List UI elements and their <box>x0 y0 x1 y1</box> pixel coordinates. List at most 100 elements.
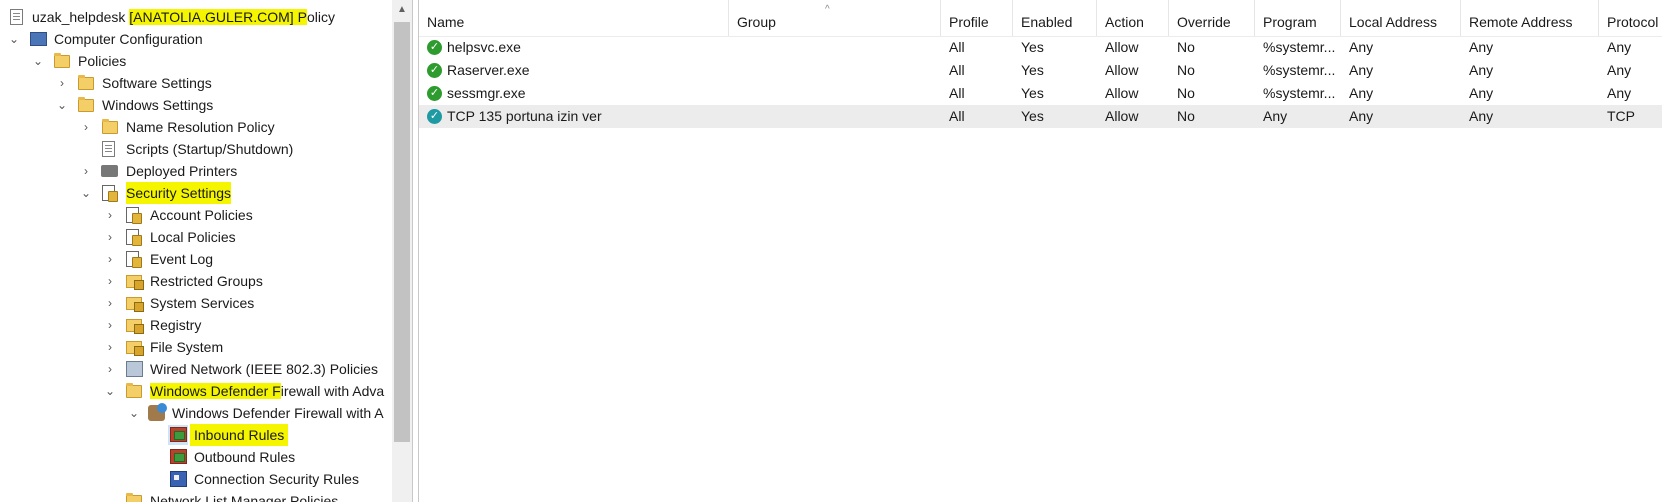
tree-item-inbound-rules[interactable]: Inbound Rules <box>0 424 392 446</box>
cell-name: Raserver.exe <box>447 62 530 78</box>
chevron-right-icon[interactable]: › <box>104 358 116 380</box>
tree-scrollbar[interactable]: ▲ <box>392 0 412 502</box>
column-header-group[interactable]: Group <box>729 0 941 36</box>
tree-item-windows-defender-firewall[interactable]: ⌄ Windows Defender Firewall with Adva <box>0 380 392 402</box>
chevron-down-icon[interactable]: ⌄ <box>80 182 92 204</box>
cell-profile: All <box>949 62 965 78</box>
scroll-thumb[interactable] <box>394 22 410 442</box>
cell-action: Allow <box>1105 62 1139 78</box>
cell-protocol: Any <box>1607 62 1632 78</box>
cell-name: helpsvc.exe <box>447 39 521 55</box>
cell-group <box>729 36 941 59</box>
tree-item-registry[interactable]: › Registry <box>0 314 392 336</box>
tree-item-label: Restricted Groups <box>150 273 263 289</box>
tree-item-event-log[interactable]: › Event Log <box>0 248 392 270</box>
tree-item-label: Wired Network (IEEE 802.3) Policies <box>150 361 378 377</box>
chevron-right-icon[interactable]: › <box>104 248 116 270</box>
tree-item-outbound-rules[interactable]: Outbound Rules <box>0 446 392 468</box>
table-row[interactable]: ✓ Raserver.exe All Yes Allow No %systemr… <box>419 59 1662 82</box>
tree-item-label: Local Policies <box>150 229 236 245</box>
tree-item-restricted-groups[interactable]: › Restricted Groups <box>0 270 392 292</box>
tree-item-scripts[interactable]: Scripts (Startup/Shutdown) <box>0 138 392 160</box>
cell-override: No <box>1177 108 1195 124</box>
chevron-right-icon[interactable]: › <box>104 336 116 358</box>
tree-item-windows-settings[interactable]: ⌄ Windows Settings <box>0 94 392 116</box>
chevron-down-icon[interactable]: ⌄ <box>104 380 116 402</box>
column-header-remote-address[interactable]: Remote Address <box>1461 0 1599 36</box>
column-header-program[interactable]: Program <box>1255 0 1341 36</box>
policy-icon <box>126 251 142 268</box>
column-header-local-address[interactable]: Local Address <box>1341 0 1461 36</box>
column-header-override[interactable]: Override <box>1169 0 1255 36</box>
tree-item-label: Windows Settings <box>102 97 214 113</box>
cell-program: %systemr... <box>1263 39 1336 55</box>
table-row[interactable]: ✓ TCP 135 portuna izin ver All Yes Allow… <box>419 105 1662 128</box>
chevron-right-icon[interactable]: › <box>80 116 92 138</box>
chevron-down-icon[interactable]: ⌄ <box>8 28 20 50</box>
table-row[interactable]: ✓ helpsvc.exe All Yes Allow No %systemr.… <box>419 36 1662 59</box>
tree-item-windows-defender-firewall-advanced[interactable]: ⌄ Windows Defender Firewall with A <box>0 402 392 424</box>
cell-profile: All <box>949 85 965 101</box>
policy-tree: uzak_helpdesk [ANATOLIA.GULER.COM] Polic… <box>0 6 392 502</box>
cell-override: No <box>1177 62 1195 78</box>
tree-item-label: Inbound Rules <box>190 424 289 446</box>
folder-icon <box>126 383 142 398</box>
column-header-action[interactable]: Action <box>1097 0 1169 36</box>
table-row[interactable]: ✓ sessmgr.exe All Yes Allow No %systemr.… <box>419 82 1662 105</box>
tree-item-label: Connection Security Rules <box>194 471 359 487</box>
chevron-down-icon[interactable]: ⌄ <box>128 402 140 424</box>
cell-profile: All <box>949 39 965 55</box>
column-header-protocol[interactable]: Protocol <box>1599 0 1662 36</box>
chevron-right-icon[interactable]: › <box>104 270 116 292</box>
cell-remote-address: Any <box>1469 62 1494 78</box>
column-header-row: Name Group ^ Profile Enabled Action Over… <box>419 0 1662 37</box>
locked-folder-icon <box>126 275 144 290</box>
policy-icon <box>126 207 142 224</box>
tree-item-label: Scripts (Startup/Shutdown) <box>126 141 294 157</box>
cell-protocol: TCP <box>1607 108 1635 124</box>
tree-item-security-settings[interactable]: ⌄ Security Settings <box>0 182 392 204</box>
scroll-up-icon[interactable]: ▲ <box>392 0 412 20</box>
cell-program: %systemr... <box>1263 62 1336 78</box>
column-header-enabled[interactable]: Enabled <box>1013 0 1097 36</box>
cell-profile: All <box>949 108 965 124</box>
tree-item-name-resolution-policy[interactable]: › Name Resolution Policy <box>0 116 392 138</box>
inbound-rules-icon <box>170 427 187 442</box>
security-settings-icon <box>102 185 118 202</box>
policy-icon <box>126 229 142 246</box>
chevron-right-icon[interactable]: › <box>80 160 92 182</box>
tree-item-label: Event Log <box>150 251 214 267</box>
cell-group <box>729 105 941 128</box>
tree-item-file-system[interactable]: › File System <box>0 336 392 358</box>
chevron-right-icon[interactable]: › <box>56 72 68 94</box>
tree-root[interactable]: uzak_helpdesk [ANATOLIA.GULER.COM] Polic… <box>0 6 392 28</box>
tree-item-policies[interactable]: ⌄ Policies <box>0 50 392 72</box>
tree-item-system-services[interactable]: › System Services <box>0 292 392 314</box>
tree-item-deployed-printers[interactable]: › Deployed Printers <box>0 160 392 182</box>
cell-protocol: Any <box>1607 39 1632 55</box>
chevron-right-icon[interactable]: › <box>104 292 116 314</box>
column-header-name[interactable]: Name <box>419 0 729 36</box>
cell-action: Allow <box>1105 108 1139 124</box>
tree-item-software-settings[interactable]: › Software Settings <box>0 72 392 94</box>
connection-security-icon <box>170 471 187 487</box>
chevron-right-icon[interactable]: › <box>104 204 116 226</box>
tree-item-account-policies[interactable]: › Account Policies <box>0 204 392 226</box>
chevron-down-icon[interactable]: ⌄ <box>32 50 44 72</box>
chevron-right-icon[interactable]: › <box>104 314 116 336</box>
tree-item-wired-network[interactable]: › Wired Network (IEEE 802.3) Policies <box>0 358 392 380</box>
tree-item-local-policies[interactable]: › Local Policies <box>0 226 392 248</box>
cell-program: Any <box>1263 108 1288 124</box>
tree-item-label: Software Settings <box>102 75 212 91</box>
computer-icon <box>30 32 47 46</box>
tree-item-label: System Services <box>150 295 255 311</box>
cell-group <box>729 82 941 105</box>
cell-protocol: Any <box>1607 85 1632 101</box>
chevron-right-icon[interactable]: › <box>104 226 116 248</box>
chevron-down-icon[interactable]: ⌄ <box>56 94 68 116</box>
column-header-profile[interactable]: Profile <box>941 0 1013 36</box>
tree-item-network-list-manager[interactable]: Network List Manager Policies <box>0 490 392 502</box>
tree-item-connection-security-rules[interactable]: Connection Security Rules <box>0 468 392 490</box>
tree-item-label: Windows Defender Firewall with Adva <box>150 383 385 399</box>
tree-item-computer-configuration[interactable]: ⌄ Computer Configuration <box>0 28 392 50</box>
